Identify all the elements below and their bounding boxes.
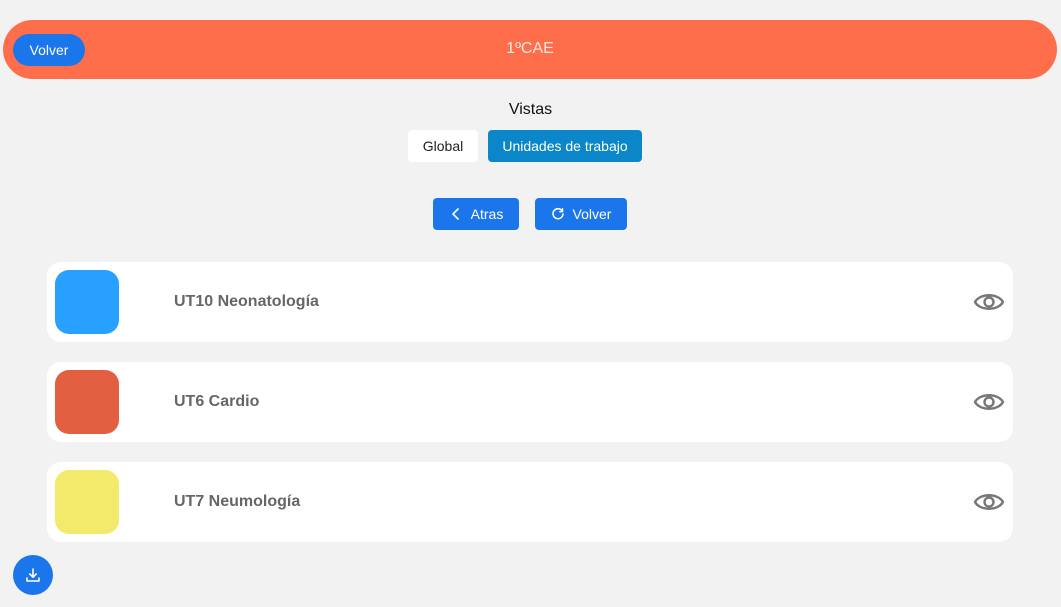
view-unidades-button[interactable]: Unidades de trabajo (488, 130, 642, 162)
eye-icon[interactable] (973, 286, 1005, 318)
atras-button-label: Atras (470, 206, 504, 222)
unit-color-swatch (55, 470, 119, 534)
volver-button[interactable]: Volver (535, 198, 627, 230)
unit-color-swatch (55, 370, 119, 434)
unit-card-2[interactable]: UT7 Neumología (47, 462, 1013, 542)
unit-title: UT6 Cardio (174, 393, 260, 410)
refresh-icon (551, 207, 565, 221)
download-icon (25, 567, 41, 583)
unit-title: UT7 Neumología (174, 493, 301, 510)
download-button[interactable] (13, 555, 53, 595)
eye-icon[interactable] (973, 386, 1005, 418)
unit-card-0[interactable]: UT10 Neonatología (47, 262, 1013, 342)
view-global-button[interactable]: Global (408, 130, 478, 162)
atras-button[interactable]: Atras (433, 198, 519, 230)
views-label: Vistas (508, 101, 553, 118)
unit-color-swatch (55, 270, 119, 334)
volver-button-label: Volver (572, 206, 612, 222)
page-title: 1ºCAE (506, 40, 554, 57)
chevron-left-icon (449, 207, 463, 221)
unit-title: UT10 Neonatología (174, 293, 319, 310)
eye-icon[interactable] (973, 486, 1005, 518)
unit-card-1[interactable]: UT6 Cardio (47, 362, 1013, 442)
top-header-bar: Volver 1ºCAE (3, 20, 1057, 79)
